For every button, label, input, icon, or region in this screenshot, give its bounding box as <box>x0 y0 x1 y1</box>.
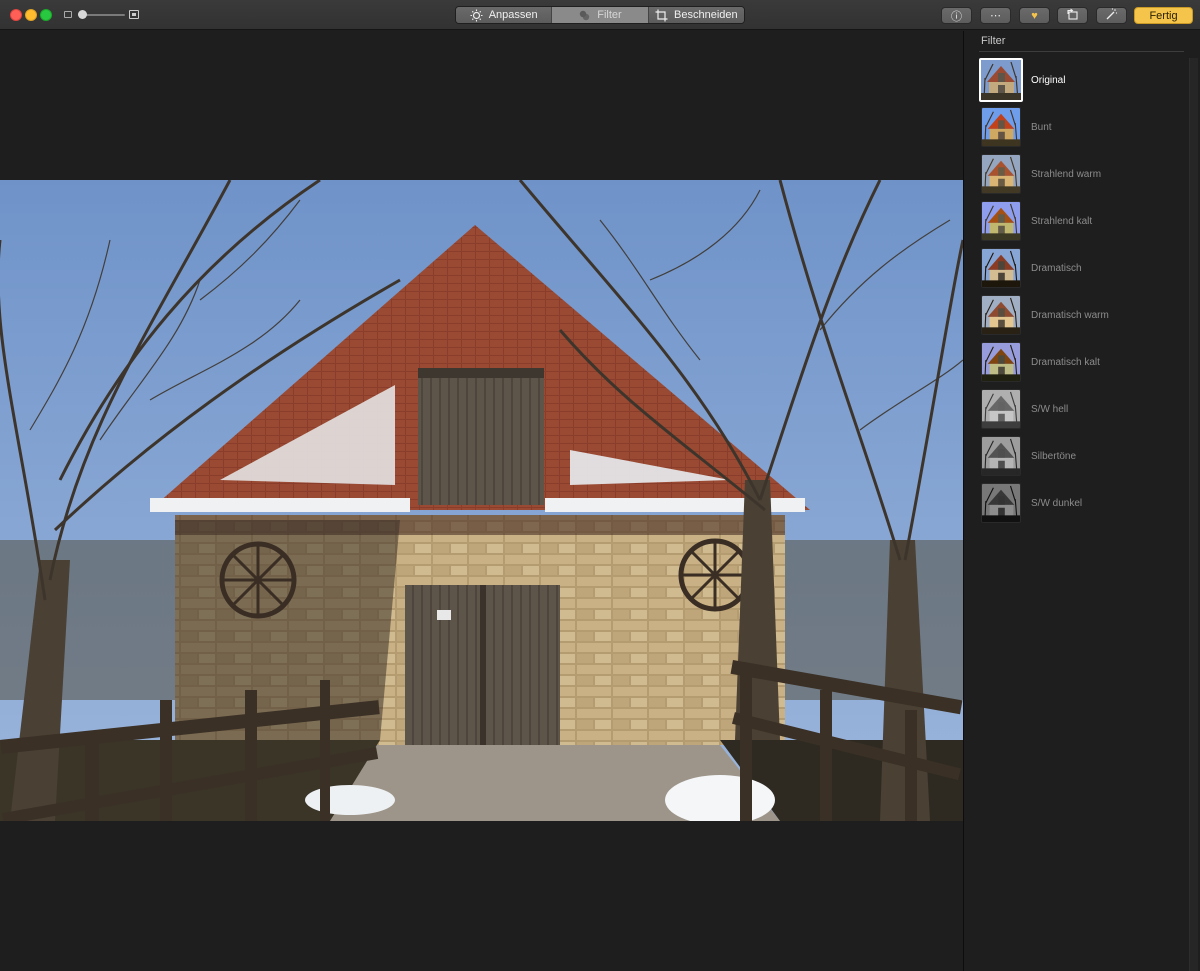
divider <box>979 51 1184 52</box>
filter-item[interactable]: Bunt <box>981 105 1181 149</box>
filter-sidebar: Filter Original Bunt Strahlend warm Strahle… <box>963 31 1200 971</box>
zoom-out-icon <box>64 11 72 18</box>
rotate-icon <box>1066 8 1079 23</box>
sidebar-title: Filter <box>981 35 1006 47</box>
heart-icon: ♥ <box>1031 9 1038 22</box>
filter-circles-icon <box>578 9 591 22</box>
filter-label: S/W hell <box>1031 403 1069 415</box>
toolbar: Anpassen Filter Beschneiden ⓘ ⋯ ♥ Fertig <box>0 0 1200 30</box>
tab-adjust[interactable]: Anpassen <box>456 7 553 23</box>
filter-item[interactable]: Dramatisch kalt <box>981 340 1181 384</box>
adjust-sun-icon <box>470 9 483 22</box>
minimize-window-button[interactable] <box>25 9 37 21</box>
info-button[interactable]: ⓘ <box>941 7 972 24</box>
filter-item[interactable]: Strahlend kalt <box>981 199 1181 243</box>
filter-item[interactable]: Dramatisch warm <box>981 293 1181 337</box>
filter-label: Bunt <box>1031 121 1052 133</box>
zoom-in-icon <box>129 10 139 19</box>
filter-label: Dramatisch kalt <box>1031 356 1100 368</box>
tab-adjust-label: Anpassen <box>488 9 538 21</box>
filter-thumbnail[interactable] <box>979 58 1023 102</box>
filter-thumbnail[interactable] <box>981 483 1021 523</box>
filter-thumbnail[interactable] <box>981 295 1021 335</box>
info-icon: ⓘ <box>951 10 962 23</box>
filter-thumbnail[interactable] <box>981 342 1021 382</box>
photo-canvas <box>0 31 963 971</box>
tab-filter[interactable]: Filter <box>552 7 649 23</box>
tab-crop[interactable]: Beschneiden <box>648 7 744 23</box>
filter-item[interactable]: S/W dunkel <box>981 481 1181 525</box>
zoom-window-button[interactable] <box>40 9 52 21</box>
filter-item[interactable]: Dramatisch <box>981 246 1181 290</box>
more-button[interactable]: ⋯ <box>980 7 1011 24</box>
filter-item[interactable]: Strahlend warm <box>981 152 1181 196</box>
filter-label: Silbertöne <box>1031 450 1077 462</box>
filter-label: S/W dunkel <box>1031 497 1083 509</box>
filter-thumbnail[interactable] <box>981 154 1021 194</box>
filter-thumbnail[interactable] <box>981 389 1021 429</box>
filter-label: Strahlend warm <box>1031 168 1102 180</box>
more-icon: ⋯ <box>990 10 1001 22</box>
filter-item[interactable]: Silbertöne <box>981 434 1181 478</box>
filter-label: Strahlend kalt <box>1031 215 1093 227</box>
zoom-slider-knob[interactable] <box>78 10 88 19</box>
filter-item[interactable]: S/W hell <box>981 387 1181 431</box>
filter-label: Dramatisch warm <box>1031 309 1109 321</box>
tab-filter-label: Filter <box>597 9 622 21</box>
filter-thumbnail[interactable] <box>981 107 1021 147</box>
close-window-button[interactable] <box>10 9 22 21</box>
done-button[interactable]: Fertig <box>1134 7 1193 24</box>
filter-thumbnail[interactable] <box>981 436 1021 476</box>
photo-barn-winter-image <box>0 180 963 821</box>
filter-thumbnail[interactable] <box>981 248 1021 288</box>
magic-wand-icon <box>1105 8 1118 23</box>
edit-mode-segmented-control: Anpassen Filter Beschneiden <box>455 6 745 24</box>
filter-thumbnail[interactable] <box>981 201 1021 241</box>
auto-enhance-button[interactable] <box>1096 7 1127 24</box>
rotate-button[interactable] <box>1057 7 1088 24</box>
filter-item[interactable]: Original <box>979 58 1181 102</box>
filter-label: Original <box>1031 74 1066 86</box>
tab-crop-label: Beschneiden <box>674 9 738 21</box>
crop-icon <box>655 9 668 22</box>
edited-photo[interactable] <box>0 180 963 821</box>
filter-label: Dramatisch <box>1031 262 1082 274</box>
favorite-button[interactable]: ♥ <box>1019 7 1050 24</box>
sidebar-scrollbar[interactable] <box>1189 58 1198 971</box>
